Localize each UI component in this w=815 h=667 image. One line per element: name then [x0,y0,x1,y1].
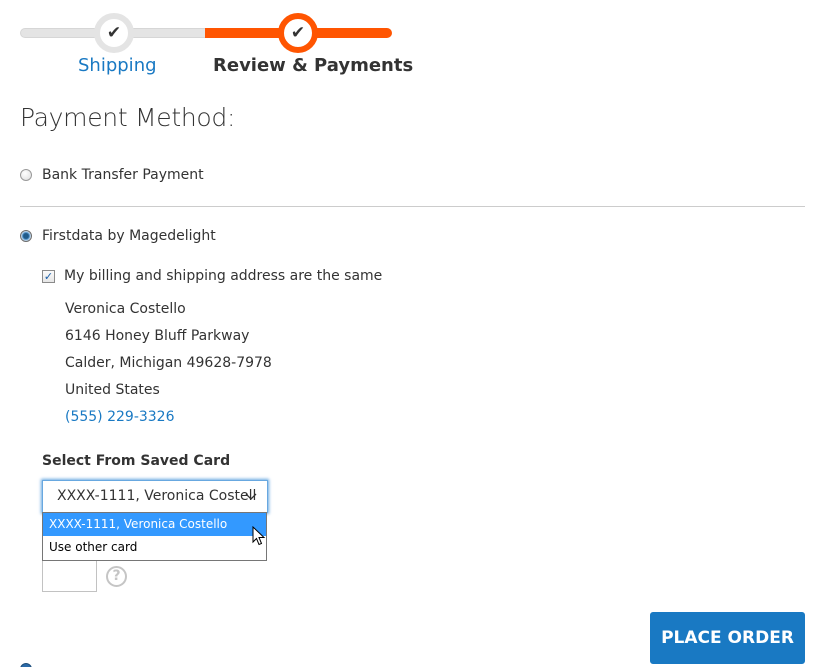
cvv-input[interactable] [42,560,97,592]
address-name: Veronica Costello [65,301,186,317]
bank-transfer-radio[interactable] [20,169,32,181]
step-review-label: Review & Payments [213,55,414,76]
step-shipping-indicator[interactable]: ✔ [94,13,134,53]
payment-option-radio[interactable] [20,663,32,667]
address-city: Calder, Michigan 49628-7978 [65,355,272,371]
check-icon: ✔ [106,22,122,43]
dropdown-option[interactable]: XXXX-1111, Veronica Costello [43,513,266,536]
address-phone-link[interactable]: (555) 229-3326 [65,409,175,425]
firstdata-radio[interactable] [20,230,32,242]
divider [20,206,805,207]
saved-card-dropdown: XXXX-1111, Veronica Costello Use other c… [42,512,267,561]
address-street: 6146 Honey Bluff Parkway [65,328,250,344]
saved-card-label: Select From Saved Card [42,453,231,469]
checkmark-icon: ✓ [43,270,54,283]
dropdown-option[interactable]: Use other card [43,536,266,559]
place-order-button[interactable]: PLACE ORDER [650,612,805,664]
saved-card-selected-value: XXXX-1111, Veronica Costell [57,488,257,504]
address-country: United States [65,382,160,398]
saved-card-select[interactable]: XXXX-1111, Veronica Costell [42,480,268,513]
help-icon[interactable]: ? [106,566,127,587]
checkout-progress-bar: ✔ ✔ Shipping Review & Payments [20,10,413,80]
firstdata-label[interactable]: Firstdata by Magedelight [42,228,216,244]
page-title: Payment Method: [20,103,236,132]
mouse-cursor-icon [252,525,266,550]
check-icon: ✔ [290,22,306,43]
same-address-checkbox[interactable]: ✓ [42,270,55,283]
same-address-label[interactable]: My billing and shipping address are the … [64,268,382,284]
step-shipping-link[interactable]: Shipping [78,55,157,76]
chevron-down-icon [245,481,257,512]
step-review-indicator: ✔ [278,13,318,53]
bank-transfer-label[interactable]: Bank Transfer Payment [42,167,204,183]
